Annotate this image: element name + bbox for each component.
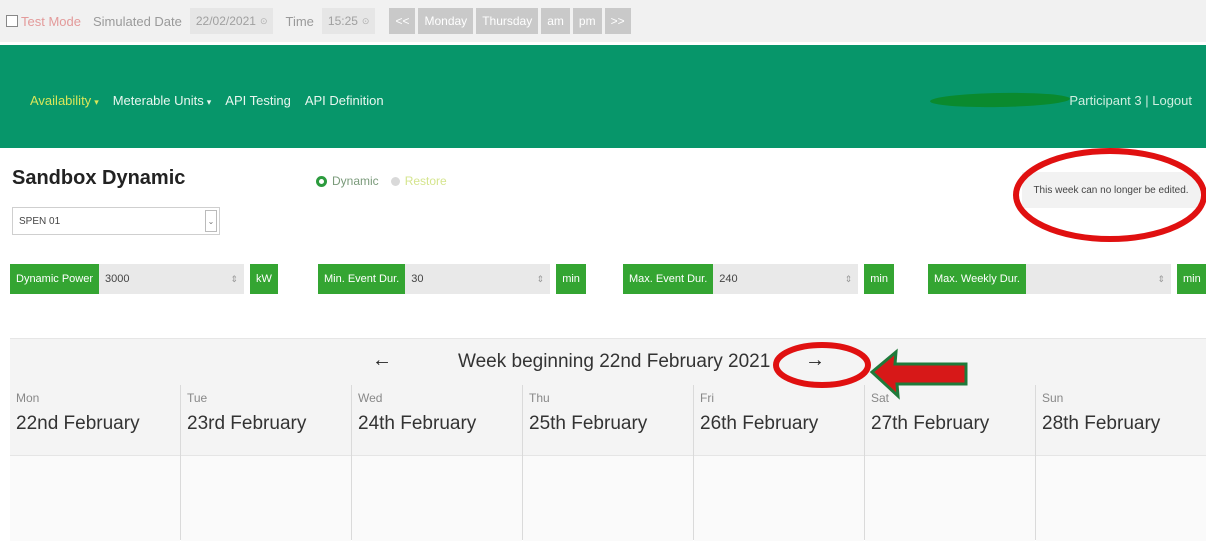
test-mode-label: Test Mode [21, 13, 81, 29]
spinner-icon[interactable]: ⇕ [230, 274, 238, 285]
radio-restore-label: Restore [404, 174, 447, 188]
max-weekly-dur-label: Max. Weekly Dur. [928, 264, 1026, 294]
day-date: 23rd February [187, 413, 307, 434]
day-columns: Mon 22nd February Tue 23rd February Wed … [10, 385, 1206, 541]
nav-availability[interactable]: Availability ▾ [30, 93, 99, 108]
chevron-down-icon: ⌄ [205, 210, 217, 232]
mode-radio-group: Dynamic Restore [316, 174, 447, 188]
am-button[interactable]: am [541, 8, 570, 34]
simulated-date-input[interactable]: 22/02/2021 ⊙ [189, 8, 274, 34]
pm-button[interactable]: pm [572, 8, 602, 34]
time-label: Time [285, 13, 314, 29]
dynamic-power-input[interactable]: 3000 ⇕ [99, 264, 245, 294]
week-calendar: ← Week beginning 22nd February 2021 → Mo… [10, 338, 1206, 541]
rewind-button[interactable]: << [389, 8, 416, 34]
dynamic-power-label: Dynamic Power [10, 264, 100, 294]
nav-meterable-units-label: Meterable Units [112, 93, 204, 108]
clock-icon: ⊙ [259, 15, 268, 26]
redaction-scribble [929, 91, 1071, 109]
max-weekly-dur-group: Max. Weekly Dur. ⇕ min [928, 264, 1206, 294]
max-weekly-dur-input[interactable]: ⇕ [1026, 264, 1171, 294]
max-event-dur-label: Max. Event Dur. [623, 264, 714, 294]
kw-unit-badge: kW [250, 264, 278, 294]
day-name: Sun [1042, 391, 1064, 405]
prev-week-arrow-icon[interactable]: ← [372, 349, 392, 372]
day-column-fri: Fri 26th February [693, 385, 864, 541]
nav-api-definition[interactable]: API Definition [305, 93, 384, 108]
calendar-header: ← Week beginning 22nd February 2021 → [10, 339, 1206, 385]
day-name: Fri [700, 391, 714, 405]
radio-dynamic[interactable] [316, 175, 327, 187]
simulated-date-value: 22/02/2021 [195, 14, 256, 28]
radio-restore[interactable] [390, 176, 400, 186]
day-name: Sat [871, 391, 890, 405]
test-mode-bar: Test Mode Simulated Date 22/02/2021 ⊙ Ti… [0, 0, 1206, 42]
locked-week-notice: This week can no longer be edited. [1022, 172, 1200, 208]
day-slot[interactable] [523, 455, 693, 541]
min-event-dur-value: 30 [411, 273, 424, 285]
nav-availability-label: Availability [30, 93, 92, 108]
time-value: 15:25 [327, 14, 358, 28]
day-slot[interactable] [694, 455, 864, 541]
min-unit-badge: min [1177, 264, 1206, 294]
day-name: Tue [187, 391, 208, 405]
min-unit-badge: min [556, 264, 586, 294]
max-event-dur-input[interactable]: 240 ⇕ [713, 264, 859, 294]
day-date: 22nd February [16, 413, 140, 434]
min-event-dur-label: Min. Event Dur. [318, 264, 406, 294]
dynamic-power-group: Dynamic Power 3000 ⇕ kW [10, 264, 278, 294]
spinner-icon[interactable]: ⇕ [1157, 274, 1165, 285]
nav-meterable-units[interactable]: Meterable Units ▾ [113, 93, 212, 108]
day-slot[interactable] [10, 455, 180, 541]
caret-down-icon: ▾ [94, 97, 99, 107]
min-event-dur-group: Min. Event Dur. 30 ⇕ min [318, 264, 586, 294]
day-date: 28th February [1042, 413, 1161, 434]
simulated-date-label: Simulated Date [92, 13, 182, 29]
day-slot[interactable] [1036, 455, 1206, 541]
day-name: Wed [358, 391, 383, 405]
thursday-button[interactable]: Thursday [476, 8, 539, 34]
clock-icon: ⊙ [361, 15, 370, 26]
caret-down-icon: ▾ [206, 97, 212, 107]
min-unit-badge: min [864, 264, 894, 294]
user-logout-link[interactable]: Participant 3 | Logout [1069, 93, 1192, 108]
day-column-thu: Thu 25th February [522, 385, 693, 541]
day-slot[interactable] [352, 455, 522, 541]
nav-links: Availability ▾ Meterable Units ▾ API Testi… [30, 93, 384, 108]
day-column-mon: Mon 22nd February [10, 385, 180, 541]
spinner-icon[interactable]: ⇕ [845, 274, 853, 285]
min-event-dur-input[interactable]: 30 ⇕ [405, 264, 551, 294]
unit-select-value: SPEN 01 [19, 215, 61, 227]
dynamic-power-value: 3000 [105, 273, 130, 285]
day-name: Mon [16, 391, 40, 405]
day-date: 27th February [871, 413, 990, 434]
max-event-dur-value: 240 [719, 273, 738, 285]
time-input[interactable]: 15:25 ⊙ [321, 8, 376, 34]
day-column-wed: Wed 24th February [351, 385, 522, 541]
day-slot[interactable] [865, 455, 1035, 541]
page-title: Sandbox Dynamic [12, 167, 186, 189]
day-name: Thu [529, 391, 550, 405]
main-navbar: Availability ▾ Meterable Units ▾ API Testi… [0, 45, 1206, 148]
day-column-tue: Tue 23rd February [180, 385, 351, 541]
nav-api-testing[interactable]: API Testing [225, 93, 291, 108]
unit-select[interactable]: SPEN 01 ⌄ [12, 207, 220, 235]
forward-button[interactable]: >> [604, 8, 631, 34]
spinner-icon[interactable]: ⇕ [537, 274, 545, 285]
radio-dynamic-label: Dynamic [332, 174, 379, 188]
monday-button[interactable]: Monday [418, 8, 474, 34]
day-date: 24th February [358, 413, 477, 434]
next-week-arrow-icon[interactable]: → [805, 349, 825, 372]
week-title: Week beginning 22nd February 2021 [458, 351, 771, 372]
day-slot[interactable] [181, 455, 351, 541]
test-mode-checkbox[interactable] [6, 15, 18, 27]
max-event-dur-group: Max. Event Dur. 240 ⇕ min [623, 264, 894, 294]
day-date: 25th February [529, 413, 648, 434]
day-column-sun: Sun 28th February [1035, 385, 1206, 541]
day-column-sat: Sat 27th February [864, 385, 1035, 541]
day-date: 26th February [700, 413, 819, 434]
